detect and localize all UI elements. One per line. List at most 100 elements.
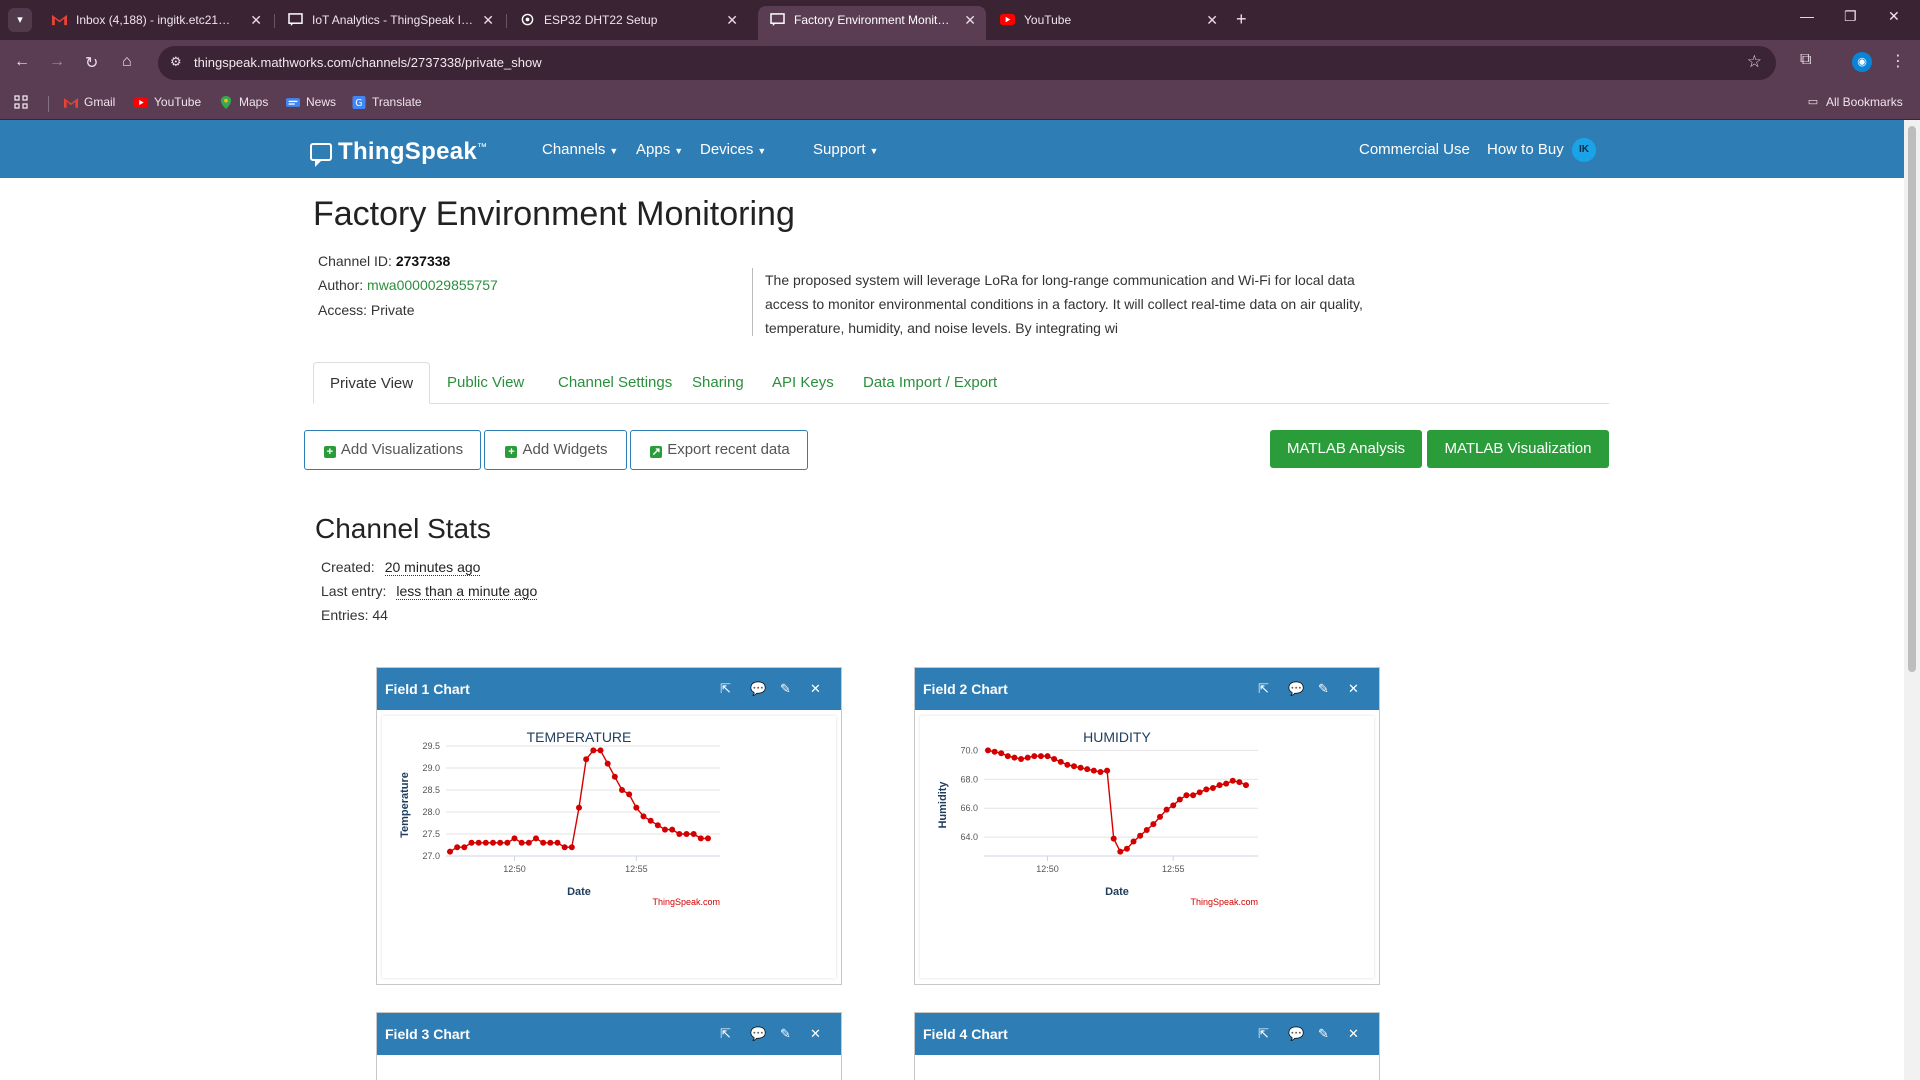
open-external-icon[interactable]: ⇱: [1258, 668, 1269, 710]
data-point: [1176, 796, 1183, 803]
home-icon[interactable]: ⌂: [122, 53, 132, 71]
tab-api-keys[interactable]: API Keys: [756, 362, 850, 404]
data-point: [1031, 753, 1038, 760]
tab-channel-settings[interactable]: Channel Settings: [542, 362, 688, 404]
news-icon: [286, 98, 300, 107]
browser-tab-youtube[interactable]: YouTube ✕: [988, 6, 1228, 40]
data-point: [1084, 766, 1091, 773]
channel-id-row: Channel ID: 2737338: [318, 253, 450, 269]
tab-data-import-export[interactable]: Data Import / Export: [847, 362, 1013, 404]
caret-down-icon: ▼: [757, 146, 767, 156]
data-point: [590, 747, 597, 754]
nav-how-to-buy[interactable]: How to Buy: [1487, 141, 1564, 158]
comment-icon[interactable]: 💬: [750, 668, 766, 710]
tab-separator: [506, 14, 507, 28]
new-tab-icon[interactable]: +: [1236, 9, 1247, 30]
edit-pencil-icon[interactable]: ✎: [1318, 668, 1329, 710]
author-link[interactable]: mwa0000029855757: [367, 277, 498, 293]
svg-text:G: G: [355, 98, 362, 109]
browser-tab-factory-active[interactable]: Factory Environment Monitorin ✕: [758, 6, 986, 40]
browser-tab-iot-analytics[interactable]: IoT Analytics - ThingSpeak Inter ✕: [276, 6, 504, 40]
matlab-visualization-button[interactable]: MATLAB Visualization: [1427, 430, 1609, 468]
close-tab-icon[interactable]: ✕: [482, 6, 494, 34]
open-external-icon[interactable]: ⇱: [720, 1013, 731, 1055]
nav-support[interactable]: Support ▼: [813, 141, 878, 158]
close-icon[interactable]: ✕: [1348, 1013, 1359, 1055]
thingspeak-logo[interactable]: ThingSpeak™: [310, 138, 487, 167]
data-point: [1037, 753, 1044, 760]
bookmark-star-icon[interactable]: ☆: [1747, 52, 1762, 72]
tab-title: Factory Environment Monitorin: [794, 13, 956, 27]
stat-entries-value: 44: [372, 607, 388, 623]
extensions-icon[interactable]: ⧉: [1800, 51, 1811, 69]
comment-icon[interactable]: 💬: [750, 1013, 766, 1055]
bookmark-news[interactable]: News: [286, 95, 336, 109]
restore-icon[interactable]: ❐: [1844, 8, 1857, 25]
profile-avatar-icon[interactable]: ◉: [1852, 52, 1872, 72]
tab-search-icon[interactable]: ▾: [8, 8, 32, 32]
edit-pencil-icon[interactable]: ✎: [1318, 1013, 1329, 1055]
browser-menu-icon[interactable]: ⋮: [1890, 51, 1906, 71]
bookmark-maps[interactable]: Maps: [219, 95, 268, 109]
chart-title: HUMIDITY: [1083, 729, 1151, 745]
close-window-icon[interactable]: ✕: [1888, 8, 1900, 25]
tab-public-view[interactable]: Public View: [431, 362, 540, 404]
scrollbar-thumb[interactable]: [1908, 126, 1916, 672]
close-icon[interactable]: ✕: [1348, 668, 1359, 710]
bookmarks-bar: Gmail YouTube Maps News G Translate ▭ Al…: [0, 87, 1920, 120]
bookmark-gmail[interactable]: Gmail: [64, 95, 115, 109]
data-point: [497, 839, 504, 846]
open-external-icon[interactable]: ⇱: [1258, 1013, 1269, 1055]
open-external-icon[interactable]: ⇱: [720, 668, 731, 710]
access-label: Access:: [318, 302, 368, 318]
page-scrollbar[interactable]: [1904, 120, 1920, 1080]
close-tab-icon[interactable]: ✕: [250, 6, 262, 34]
data-point: [662, 826, 668, 833]
data-point: [1183, 792, 1190, 799]
data-point: [998, 750, 1005, 757]
data-point: [1117, 848, 1124, 855]
data-point: [447, 848, 453, 855]
apps-grid-icon[interactable]: [14, 95, 28, 112]
tab-title: ESP32 DHT22 Setup: [544, 13, 658, 27]
reload-icon[interactable]: ↻: [85, 53, 98, 73]
url-text: thingspeak.mathworks.com/channels/273733…: [194, 55, 542, 70]
edit-pencil-icon[interactable]: ✎: [780, 1013, 791, 1055]
browser-tab-esp32[interactable]: ESP32 DHT22 Setup ✕: [508, 6, 748, 40]
matlab-analysis-button[interactable]: MATLAB Analysis: [1270, 430, 1422, 468]
user-avatar[interactable]: IK: [1572, 138, 1596, 162]
close-tab-icon[interactable]: ✕: [1206, 6, 1218, 34]
nav-devices[interactable]: Devices ▼: [700, 141, 766, 158]
forward-icon[interactable]: →: [49, 53, 65, 71]
data-point: [554, 839, 561, 846]
data-point: [619, 787, 625, 793]
back-icon[interactable]: ←: [14, 53, 30, 71]
close-icon[interactable]: ✕: [810, 1013, 821, 1055]
tab-sharing[interactable]: Sharing: [676, 362, 760, 404]
chart-area: TEMPERATURE 27.0 27.5 28.0 28.5 29.0 29.5 12:50…: [382, 716, 836, 978]
comment-icon[interactable]: 💬: [1288, 668, 1304, 710]
minimize-icon[interactable]: —: [1800, 8, 1814, 24]
close-icon[interactable]: ✕: [810, 668, 821, 710]
nav-apps[interactable]: Apps ▼: [636, 141, 683, 158]
bookmark-youtube[interactable]: YouTube: [134, 95, 201, 109]
export-recent-data-button[interactable]: ↗ Export recent data: [630, 430, 808, 470]
nav-channels[interactable]: Channels ▼: [542, 141, 618, 158]
nav-commercial-use[interactable]: Commercial Use: [1359, 141, 1470, 158]
tab-private-view[interactable]: Private View: [313, 362, 431, 404]
browser-tab-gmail[interactable]: Inbox (4,188) - ingitk.etc21@sb ✕: [40, 6, 272, 40]
data-point: [1203, 786, 1210, 793]
comment-icon[interactable]: 💬: [1288, 1013, 1304, 1055]
add-widgets-button[interactable]: + Add Widgets: [484, 430, 627, 470]
add-visualizations-button[interactable]: + Add Visualizations: [304, 430, 481, 470]
bookmark-translate[interactable]: G Translate: [352, 95, 422, 109]
address-bar[interactable]: ⚙ thingspeak.mathworks.com/channels/2737…: [158, 46, 1776, 80]
data-point: [568, 844, 575, 851]
close-tab-icon[interactable]: ✕: [964, 6, 976, 34]
data-point: [683, 831, 690, 837]
all-bookmarks[interactable]: ▭ All Bookmarks: [1806, 95, 1903, 109]
site-info-icon[interactable]: ⚙: [170, 54, 182, 70]
data-point: [1004, 753, 1011, 760]
edit-pencil-icon[interactable]: ✎: [780, 668, 791, 710]
close-tab-icon[interactable]: ✕: [726, 6, 738, 34]
